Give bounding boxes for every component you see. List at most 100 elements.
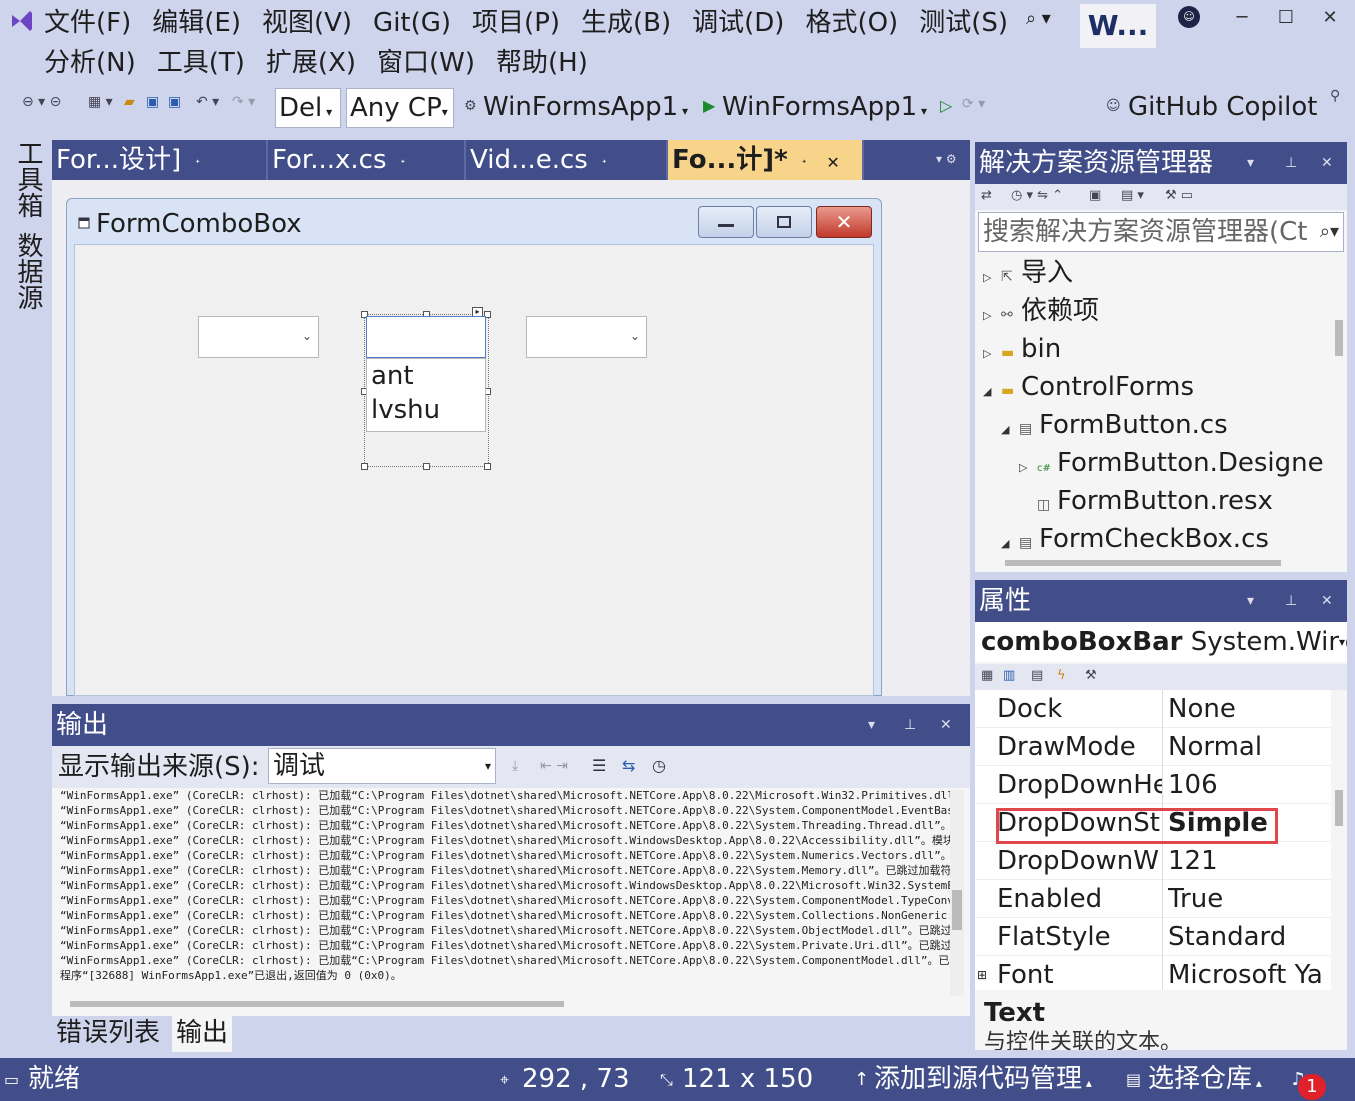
simple-combo-list[interactable]: ant lvshu (366, 358, 486, 432)
combobox-left[interactable]: ⌄ (198, 316, 319, 358)
minimize-button[interactable]: ─ (1220, 4, 1264, 32)
expand-icon[interactable]: ⊞ (977, 956, 987, 990)
tree-item[interactable]: ▷ ▬ bin (983, 330, 1061, 368)
solution-hscroll[interactable] (975, 554, 1331, 572)
menu-item[interactable]: 分析(N) (44, 48, 136, 78)
pin-icon[interactable]: ᐩ (195, 157, 200, 171)
tab-form-designer-active[interactable]: Fo...计]* ᐩ ✕ (668, 140, 864, 180)
tab-error-list[interactable]: 错误列表 (52, 1016, 164, 1052)
properties-vscroll[interactable] (1331, 690, 1347, 990)
property-row[interactable]: Dock None (975, 690, 1331, 728)
events-icon[interactable]: ϟ (1057, 668, 1066, 683)
tree-item[interactable]: ▷ ⚯ 依赖项 (983, 292, 1099, 330)
close-icon[interactable]: ✕ (940, 704, 952, 746)
sync-icon[interactable]: ⇄ (981, 188, 992, 203)
share-icon[interactable]: ⚲ (1330, 88, 1340, 104)
property-row[interactable]: DropDownW 121 (975, 842, 1331, 880)
prev-icon[interactable]: ⇤ ⇥ (540, 758, 568, 774)
menu-item[interactable]: 项目(P) (472, 8, 560, 38)
resize-handle[interactable] (423, 463, 430, 470)
save-all-icon[interactable]: ▣ (168, 94, 181, 110)
output-source-combo[interactable]: 调试 ▾ (268, 748, 496, 784)
word-wrap-icon[interactable]: ⇆ (622, 756, 635, 775)
new-project-icon[interactable]: ▦ ▾ (88, 94, 113, 110)
solution-name-badge[interactable]: W... (1080, 4, 1156, 48)
history-icon[interactable]: ◷ ▾ ⇋ ⌃ (1011, 188, 1063, 203)
solution-vscroll[interactable] (1331, 254, 1347, 554)
search-icon[interactable]: ⌕▾ (1319, 213, 1339, 251)
pin-icon[interactable]: ᐩ (602, 157, 607, 171)
toolbox-tab[interactable]: 工具箱 (10, 140, 47, 218)
close-window-button[interactable]: ✕ (1308, 4, 1352, 32)
startup-project-combo[interactable]: WinFormsApp1 ▾ (483, 86, 688, 132)
add-to-source-control[interactable]: 添加到源代码管理 ▴ (874, 1058, 1092, 1101)
menu-item[interactable]: 调试(D) (692, 8, 784, 38)
tab-form-cs[interactable]: For...x.cs ᐩ (268, 140, 466, 180)
vs-logo-icon[interactable] (8, 7, 36, 35)
platform-combo[interactable]: Any CP▾ (346, 88, 454, 128)
pin-icon[interactable]: ⊥ (1285, 142, 1297, 184)
tab-video-cs[interactable]: Vid...e.cs ᐩ (466, 140, 668, 180)
pin-icon[interactable]: ⊥ (904, 704, 916, 746)
list-item[interactable]: lvshu (371, 393, 485, 427)
property-row[interactable]: ⊞ Font Microsoft Ya (975, 956, 1331, 990)
pin-icon[interactable]: ᐩ (401, 157, 406, 171)
tree-item[interactable]: ◢ ▤ FormCheckBox.cs (1001, 520, 1269, 554)
alphabetical-icon[interactable]: ▥ (1003, 668, 1015, 683)
select-repo[interactable]: 选择仓库 ▴ (1148, 1058, 1262, 1101)
tree-item[interactable]: ▷ ⇱ 导入 (983, 254, 1073, 292)
close-icon[interactable]: ✕ (1321, 142, 1333, 184)
menu-item[interactable]: 格式(O) (805, 8, 898, 38)
menu-item[interactable]: 测试(S) (919, 8, 1008, 38)
datasource-tab[interactable]: 数据源 (10, 232, 47, 310)
hot-reload-icon[interactable]: ⟳ ▾ (962, 96, 985, 112)
menu-item[interactable]: 编辑(E) (152, 8, 241, 38)
tree-item[interactable]: ◢ ▬ ControlForms (983, 368, 1194, 406)
close-icon[interactable]: ✕ (1321, 580, 1333, 622)
output-hscroll[interactable] (60, 996, 940, 1012)
property-value[interactable]: 106 (1168, 766, 1331, 804)
resize-handle[interactable] (361, 463, 368, 470)
expand-arrow-icon[interactable]: ◢ (1001, 411, 1019, 449)
open-folder-icon[interactable]: ▰ (124, 94, 135, 110)
property-value[interactable]: True (1168, 880, 1331, 918)
redo-icon[interactable]: ↷ ▾ (232, 94, 255, 110)
properties-object-selector[interactable]: comboBoxBar System.Wind ▾ (975, 622, 1347, 662)
property-value[interactable]: Microsoft Ya (1168, 956, 1331, 990)
start-button[interactable]: WinFormsApp1 ▾ (722, 86, 927, 132)
start-without-debug-icon[interactable]: ▷ (940, 96, 952, 115)
output-text[interactable]: “WinFormsApp1.exe” (CoreCLR: clrhost): 已… (60, 788, 950, 993)
clock-icon[interactable]: ◷ (652, 756, 666, 775)
save-icon[interactable]: ▣ (146, 94, 159, 110)
user-avatar-icon[interactable]: ☺ (1178, 6, 1200, 28)
clear-all-icon[interactable]: ☰ (592, 756, 606, 775)
property-row[interactable]: FlatStyle Standard (975, 918, 1331, 956)
tab-dropdown-icon[interactable]: ▾ ⚙ (936, 152, 957, 166)
menu-item[interactable]: 帮助(H) (496, 48, 588, 78)
pin-icon[interactable]: ⊥ (1285, 580, 1297, 622)
resize-handle[interactable] (484, 463, 491, 470)
properties-icon[interactable]: ▤ (1031, 668, 1043, 683)
tab-output[interactable]: 输出 (172, 1016, 233, 1052)
menu-item[interactable]: 窗口(W) (377, 48, 475, 78)
close-tab-icon[interactable]: ✕ (826, 153, 839, 172)
property-value[interactable]: Normal (1168, 728, 1331, 766)
tab-form-designer-1[interactable]: For...设计] ᐩ (52, 140, 268, 180)
tree-item[interactable]: ◫ FormButton.resx (1019, 482, 1273, 520)
list-item[interactable]: ant (371, 359, 485, 393)
property-pages-icon[interactable]: ⚒ (1085, 668, 1097, 683)
show-all-icon[interactable]: ▤ ▾ (1121, 188, 1144, 203)
configuration-combo[interactable]: Del ▾ (275, 88, 341, 128)
expand-arrow-icon[interactable]: ◢ (983, 373, 1001, 411)
panel-menu-icon[interactable]: ▾ (1247, 580, 1254, 622)
simple-combo-edit[interactable] (366, 316, 486, 358)
wrench-icon[interactable]: ⚒ ▭ (1165, 188, 1193, 203)
property-row[interactable]: DrawMode Normal (975, 728, 1331, 766)
property-row[interactable]: DropDownHe 106 (975, 766, 1331, 804)
menu-item[interactable]: 视图(V) (262, 8, 352, 38)
categorized-icon[interactable]: ▦ (981, 668, 993, 683)
menu-item[interactable]: 扩展(X) (266, 48, 356, 78)
property-row[interactable]: Enabled True (975, 880, 1331, 918)
property-value[interactable]: 121 (1168, 842, 1331, 880)
undo-icon[interactable]: ↶ ▾ (196, 94, 219, 110)
